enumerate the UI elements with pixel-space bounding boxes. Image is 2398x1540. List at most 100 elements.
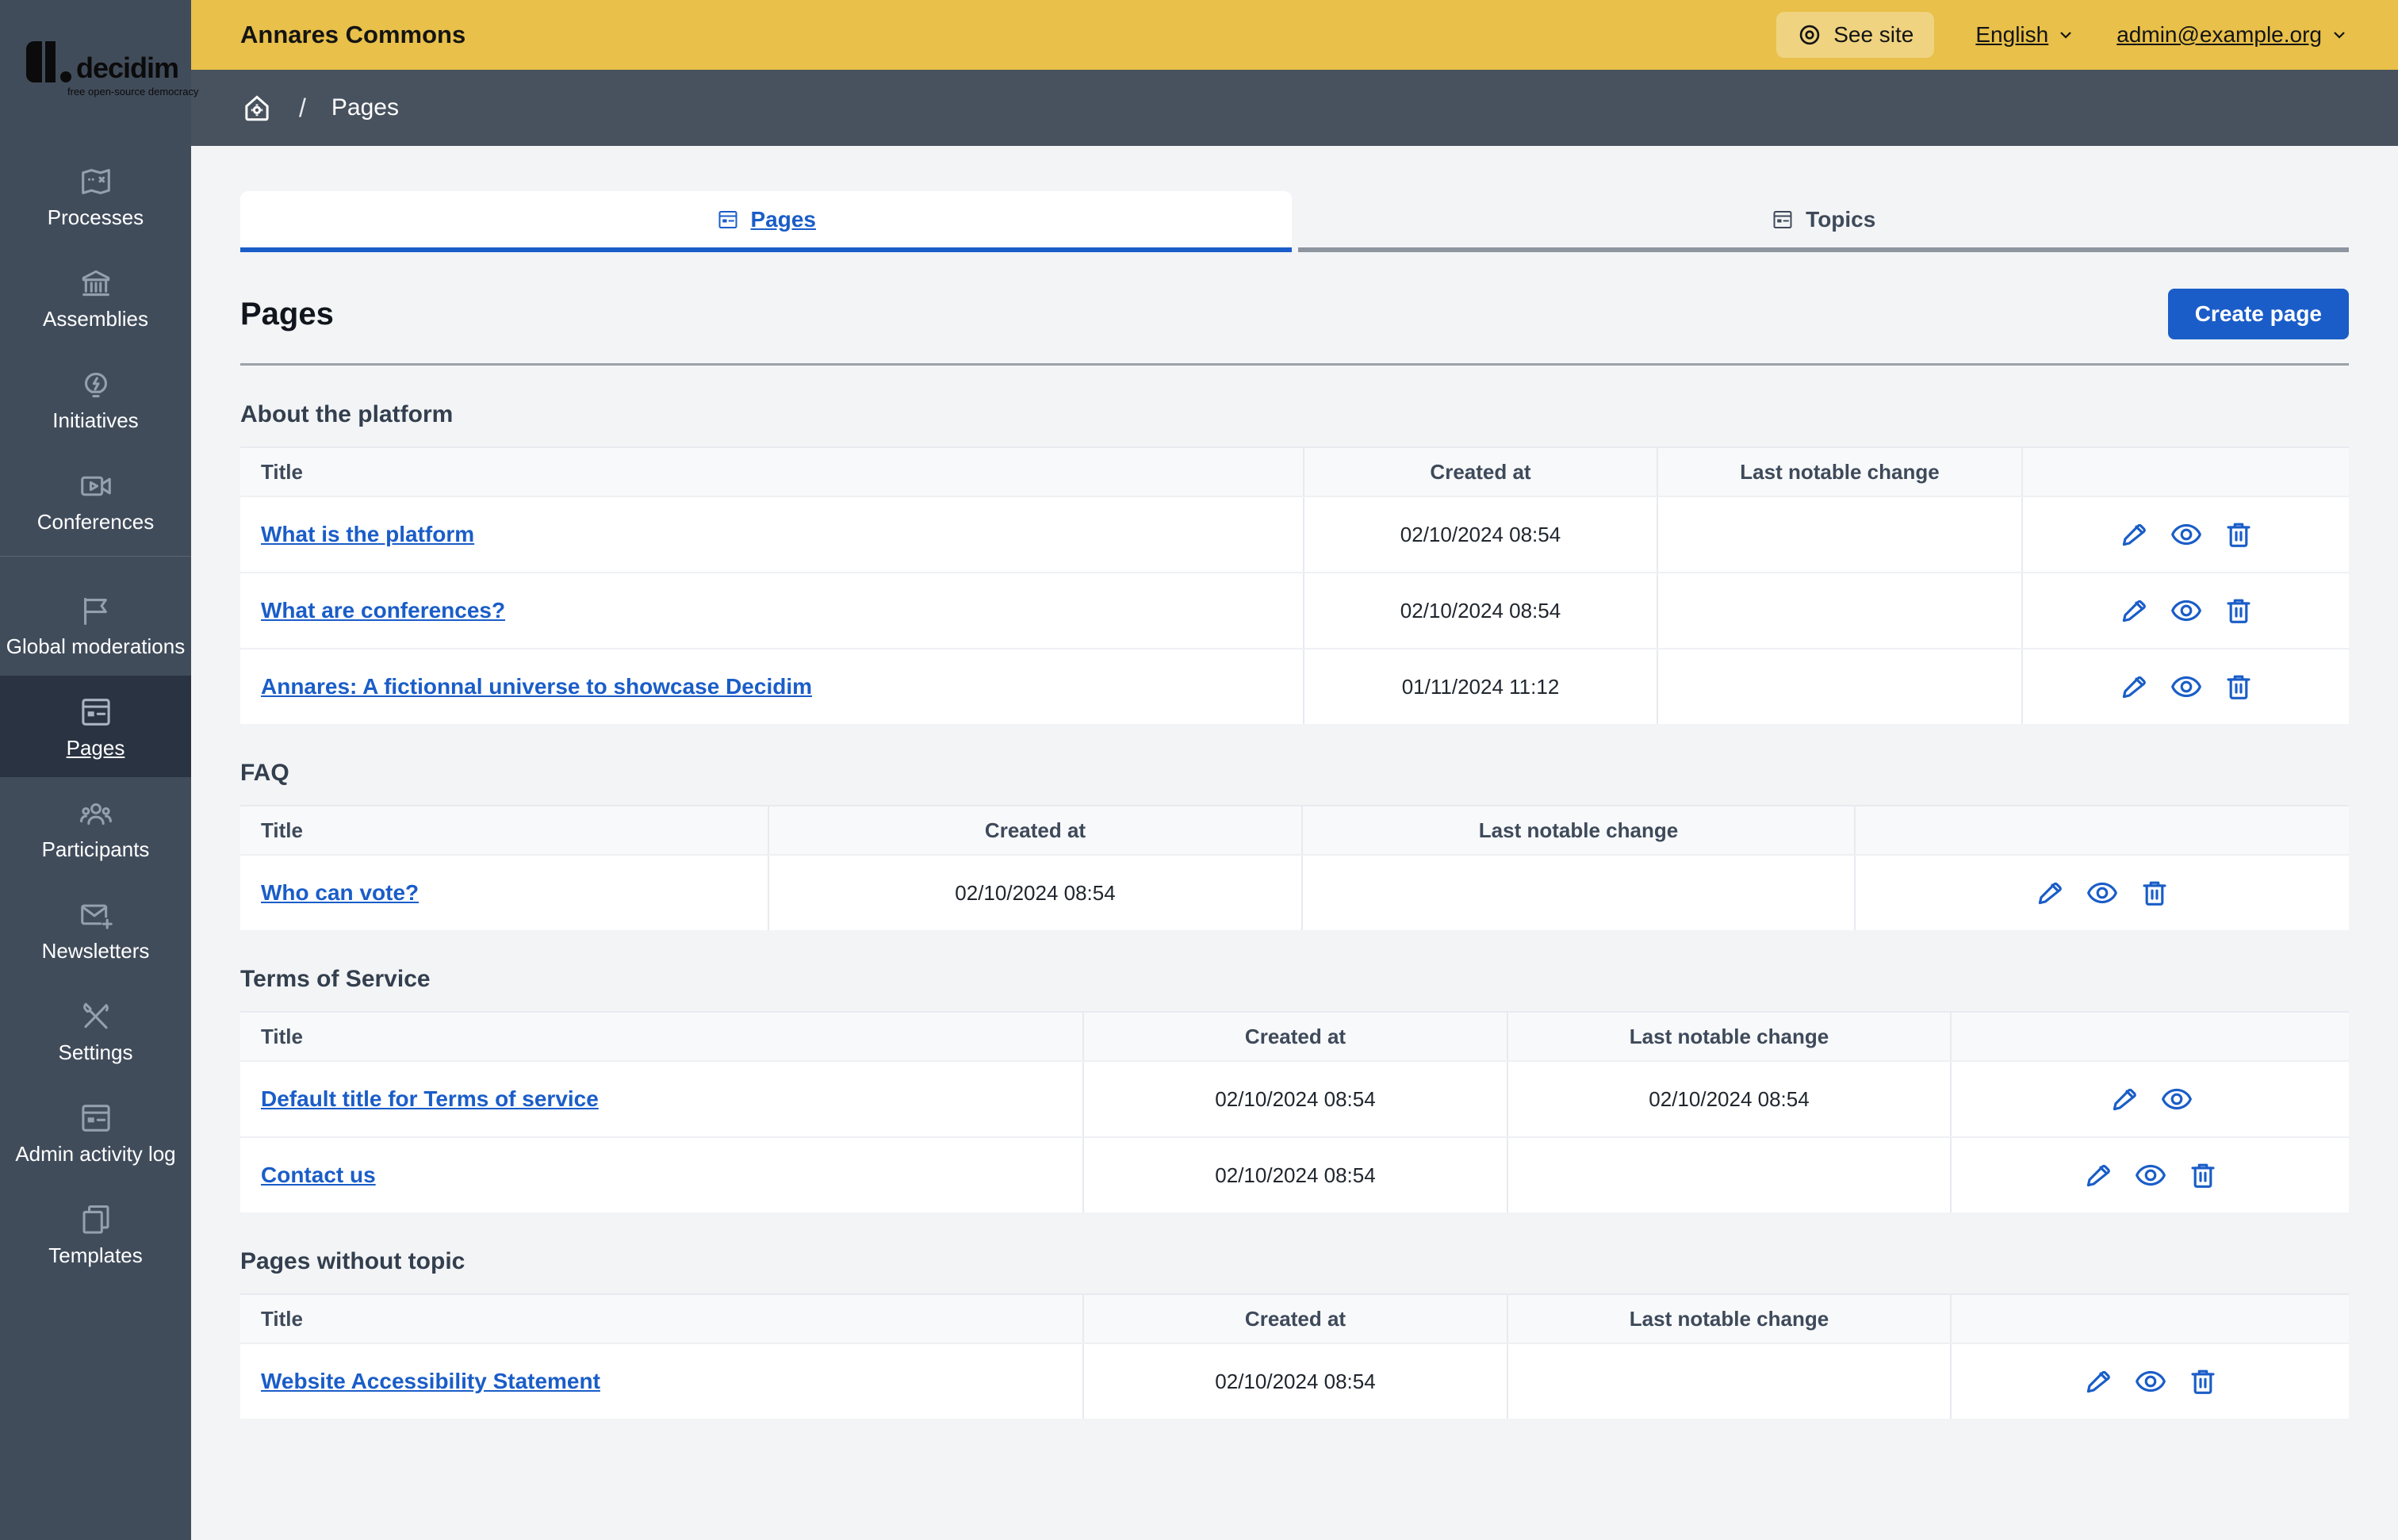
home-gear-icon[interactable] xyxy=(240,91,274,125)
sidebar: decidim free open-source democracy Proce… xyxy=(0,0,199,1540)
chevron-down-icon xyxy=(2330,25,2349,44)
tab-label: Topics xyxy=(1806,206,1876,232)
column-header: Last notable change xyxy=(1508,1013,1952,1060)
sidebar-item-processes[interactable]: Processes xyxy=(0,145,191,247)
preview-button[interactable] xyxy=(2170,518,2203,551)
section-title: Pages without topic xyxy=(240,1248,465,1274)
edit-button[interactable] xyxy=(2082,1159,2115,1192)
section-pages-without-topic: Pages without topic Title Created at Last n… xyxy=(240,1247,2349,1419)
table-row: What is the platform 02/10/2024 08:54 xyxy=(240,496,2349,572)
article-icon xyxy=(78,694,114,730)
edit-button[interactable] xyxy=(2117,594,2151,627)
sidebar-item-conferences[interactable]: Conferences xyxy=(0,450,191,551)
date-value: 02/10/2024 08:54 xyxy=(1215,1369,1376,1393)
sidebar-item-templates[interactable]: Templates xyxy=(0,1183,191,1285)
decidim-admin-app: decidim free open-source democracy Proce… xyxy=(0,0,2398,1540)
preview-button[interactable] xyxy=(2170,594,2203,627)
date-value: 02/10/2024 08:54 xyxy=(1649,1086,1810,1111)
sidebar-item-settings[interactable]: Settings xyxy=(0,980,191,1082)
pencil-icon xyxy=(2122,523,2146,546)
preview-button[interactable] xyxy=(2086,876,2119,910)
decidim-logo-tagline: free open-source democracy xyxy=(67,86,199,98)
actions-cell xyxy=(1856,856,2349,930)
actions-cell xyxy=(2023,573,2349,648)
breadcrumb: / Pages xyxy=(191,70,2398,146)
trash-icon xyxy=(2226,599,2251,623)
title-cell: What are conferences? xyxy=(240,573,1304,648)
page-title-link[interactable]: Who can vote? xyxy=(261,880,419,906)
edit-button[interactable] xyxy=(2108,1082,2141,1116)
page-title-link[interactable]: Website Accessibility Statement xyxy=(261,1369,600,1394)
page-title-link[interactable]: What are conferences? xyxy=(261,598,505,623)
tab-pages[interactable]: Pages xyxy=(240,191,1292,252)
sidebar-item-label: Admin activity log xyxy=(15,1141,176,1166)
row-actions xyxy=(2082,1159,2220,1192)
breadcrumb-current: Pages xyxy=(331,94,399,121)
page-header: Pages Create page xyxy=(240,289,2349,339)
sidebar-item-assemblies[interactable]: Assemblies xyxy=(0,247,191,348)
actions-cell xyxy=(2023,497,2349,572)
concentric-eye-icon xyxy=(1797,22,1822,48)
page-title-link[interactable]: Annares: A fictionnal universe to showca… xyxy=(261,674,812,699)
sidebar-item-pages[interactable]: Pages xyxy=(0,676,191,777)
sidebar-item-global-moderations[interactable]: Global moderations xyxy=(0,574,191,676)
trash-icon xyxy=(2190,1370,2215,1394)
create-page-button[interactable]: Create page xyxy=(2167,289,2349,339)
top-bar-actions: See site English admin@example.org xyxy=(1776,12,2349,58)
edit-button[interactable] xyxy=(2117,518,2151,551)
delete-button[interactable] xyxy=(2222,518,2255,551)
account-dropdown[interactable]: admin@example.org xyxy=(2116,22,2349,48)
see-site-label: See site xyxy=(1833,22,1914,47)
sidebar-item-admin-activity-log[interactable]: Admin activity log xyxy=(0,1082,191,1183)
delete-button[interactable] xyxy=(2222,670,2255,703)
page-title-link[interactable]: Contact us xyxy=(261,1163,376,1188)
row-actions xyxy=(2108,1082,2193,1116)
column-header: Last notable change xyxy=(1303,806,1856,854)
table-header-row: Title Created at Last notable change xyxy=(240,1293,2349,1343)
sidebar-group-spaces: Processes Assemblies Initiatives Conference… xyxy=(0,145,191,557)
column-header xyxy=(1856,806,2349,854)
title-cell: Annares: A fictionnal universe to showca… xyxy=(240,649,1304,724)
actions-cell xyxy=(2023,649,2349,724)
decidim-logo-word: decidim xyxy=(76,52,179,84)
page-title-link[interactable]: Default title for Terms of service xyxy=(261,1086,599,1112)
article-icon xyxy=(716,208,740,232)
see-site-button[interactable]: See site xyxy=(1776,12,1935,58)
eye-icon xyxy=(2135,1164,2166,1186)
date-value: 01/11/2024 11:12 xyxy=(1401,674,1560,699)
date-value: 02/10/2024 08:54 xyxy=(1400,598,1561,623)
sidebar-item-initiatives[interactable]: Initiatives xyxy=(0,348,191,450)
title-cell: What is the platform xyxy=(240,497,1304,572)
preview-button[interactable] xyxy=(2170,670,2203,703)
language-dropdown[interactable]: English xyxy=(1975,22,2075,48)
column-header: Created at xyxy=(769,806,1303,854)
site-name: Annares Commons xyxy=(240,21,466,48)
table-header-row: Title Created at Last notable change xyxy=(240,446,2349,496)
pencil-icon xyxy=(2086,1164,2110,1187)
column-header xyxy=(2023,448,2349,496)
delete-button[interactable] xyxy=(2138,876,2171,910)
pencil-icon xyxy=(2122,676,2146,699)
sidebar-item-participants[interactable]: Participants xyxy=(0,777,191,879)
pages-table: Title Created at Last notable change Who ca… xyxy=(240,805,2349,930)
column-header: Created at xyxy=(1084,1013,1508,1060)
delete-button[interactable] xyxy=(2222,594,2255,627)
date-value: 02/10/2024 08:54 xyxy=(1215,1086,1376,1111)
row-actions xyxy=(2117,518,2255,551)
page-title-link[interactable]: What is the platform xyxy=(261,522,474,547)
delete-button[interactable] xyxy=(2186,1159,2220,1192)
preview-button[interactable] xyxy=(2134,1159,2167,1192)
sidebar-item-newsletters[interactable]: Newsletters xyxy=(0,879,191,980)
edit-button[interactable] xyxy=(2117,670,2151,703)
created-at-cell: 01/11/2024 11:12 xyxy=(1304,649,1658,724)
sidebar-item-label: Pages xyxy=(66,735,125,760)
edit-button[interactable] xyxy=(2033,876,2067,910)
date-value: 02/10/2024 08:54 xyxy=(955,880,1116,905)
tab-topics[interactable]: Topics xyxy=(1297,191,2349,252)
row-actions xyxy=(2117,670,2255,703)
title-cell: Default title for Terms of service xyxy=(240,1062,1084,1136)
edit-button[interactable] xyxy=(2082,1365,2115,1398)
preview-button[interactable] xyxy=(2160,1082,2193,1116)
preview-button[interactable] xyxy=(2134,1365,2167,1398)
delete-button[interactable] xyxy=(2186,1365,2220,1398)
